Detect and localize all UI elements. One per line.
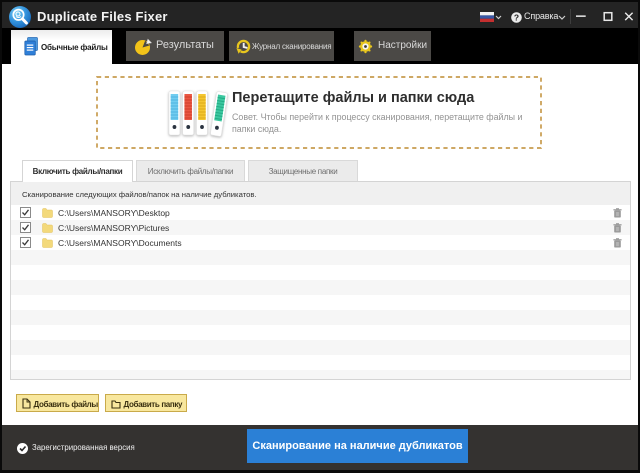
svg-text:?: ? bbox=[514, 12, 519, 22]
